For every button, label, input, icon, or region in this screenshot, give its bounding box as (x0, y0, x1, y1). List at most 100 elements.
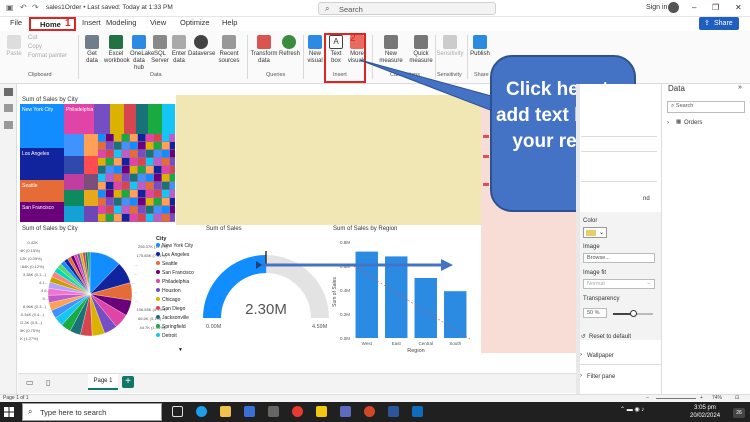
treemap-small-tile[interactable] (122, 166, 130, 174)
treemap-small-tile[interactable] (162, 190, 170, 198)
new-visual-button[interactable]: New visual (306, 35, 324, 65)
tab-help[interactable]: Help (222, 18, 237, 27)
title-search-box[interactable]: ⌕ Search (318, 2, 496, 15)
treemap-small-tile[interactable] (154, 174, 162, 182)
pie-legend-item[interactable]: Philadelphia (156, 278, 202, 287)
pie-legend-item[interactable]: Houston (156, 287, 202, 296)
data-search-input[interactable]: ⌕ Search (667, 101, 745, 113)
treemap-small-tile[interactable] (122, 198, 130, 206)
treemap-small-tile[interactable] (106, 206, 114, 214)
treemap-small-tile[interactable] (162, 158, 170, 166)
treemap-small-tile[interactable] (106, 198, 114, 206)
pie-legend-item[interactable]: Chicago (156, 296, 202, 305)
treemap-small-tile[interactable] (114, 142, 122, 150)
store-icon[interactable] (244, 406, 255, 417)
treemap-small-tile[interactable] (162, 166, 170, 174)
treemap-tile[interactable] (148, 104, 162, 134)
treemap-small-tile[interactable] (138, 190, 146, 198)
outlook-icon[interactable] (412, 406, 423, 417)
mobile-view-icon[interactable]: ▯ (46, 378, 50, 387)
model-view-icon[interactable] (4, 121, 13, 129)
tab-modeling[interactable]: Modeling (106, 18, 136, 27)
sql-server-button[interactable]: SQL Server (150, 35, 170, 65)
treemap-small-tile[interactable] (162, 174, 170, 182)
bar-south[interactable] (444, 291, 467, 338)
edge-icon[interactable] (196, 406, 207, 417)
pie-legend-item[interactable]: Detroit (156, 332, 202, 341)
treemap-small-tile[interactable] (154, 206, 162, 214)
treemap-tile[interactable] (84, 174, 98, 190)
treemap-small-tile[interactable] (98, 174, 106, 182)
treemap-small-tile[interactable] (98, 214, 106, 222)
treemap-tile[interactable] (84, 206, 98, 222)
treemap-small-tile[interactable] (98, 182, 106, 190)
treemap-small-tile[interactable] (138, 214, 146, 222)
undo-icon[interactable]: ↶ (20, 3, 27, 12)
treemap-small-tile[interactable] (98, 158, 106, 166)
bar-central[interactable] (414, 278, 437, 338)
treemap-small-tile[interactable] (114, 134, 122, 142)
treemap-small-tile[interactable] (154, 166, 162, 174)
close-icon[interactable]: ✕ (735, 3, 742, 12)
treemap-small-tile[interactable] (162, 198, 170, 206)
treemap-small-tile[interactable] (146, 166, 154, 174)
treemap-small-tile[interactable] (114, 150, 122, 158)
power-bi-icon[interactable] (316, 406, 327, 417)
treemap-tile[interactable] (64, 190, 84, 206)
format-painter-button[interactable]: Format painter (28, 52, 68, 61)
treemap-small-tile[interactable] (114, 158, 122, 166)
notification-badge[interactable]: 26 (733, 408, 745, 418)
copy-button[interactable]: Copy (28, 43, 68, 52)
chrome-icon[interactable] (292, 406, 303, 417)
treemap-small-tile[interactable] (146, 174, 154, 182)
image-browse-field[interactable]: Browse... (583, 253, 655, 263)
word-icon[interactable] (388, 406, 399, 417)
taskbar-search-box[interactable]: ⌕ Type here to search (22, 403, 162, 421)
pie-legend-item[interactable]: Los Angeles (156, 251, 202, 260)
treemap-small-tile[interactable] (138, 142, 146, 150)
treemap-small-tile[interactable] (106, 174, 114, 182)
treemap-small-tile[interactable] (146, 190, 154, 198)
treemap-small-tile[interactable] (162, 206, 170, 214)
pie-legend-item[interactable]: Springfield (156, 323, 202, 332)
treemap-small-tile[interactable] (122, 142, 130, 150)
minimize-icon[interactable]: – (692, 3, 696, 12)
treemap-small-tile[interactable] (130, 142, 138, 150)
treemap-small-tile[interactable] (106, 214, 114, 222)
recent-sources-button[interactable]: Recent sources (216, 35, 242, 65)
treemap-small-tile[interactable] (146, 134, 154, 142)
add-page-button[interactable]: + (122, 376, 134, 388)
treemap-small-tile[interactable] (138, 174, 146, 182)
treemap-small-tile[interactable] (130, 206, 138, 214)
treemap-small-tile[interactable] (170, 182, 175, 190)
treemap-small-tile[interactable] (170, 142, 175, 150)
treemap-small-tile[interactable] (130, 190, 138, 198)
get-data-button[interactable]: Get data (82, 35, 102, 65)
onelake-hub-button[interactable]: OneLake data hub (130, 35, 154, 72)
treemap-small-tile[interactable] (146, 182, 154, 190)
treemap-small-tile[interactable] (154, 198, 162, 206)
treemap-tile[interactable] (64, 206, 84, 222)
report-view-icon[interactable] (4, 88, 13, 96)
system-tray-icons[interactable]: ⌃ ▬ ◉ ♪ (620, 406, 644, 413)
tab-optimize[interactable]: Optimize (180, 18, 210, 27)
pie-legend-item[interactable]: San Francisco (156, 269, 202, 278)
treemap-small-tile[interactable] (106, 166, 114, 174)
treemap-small-tile[interactable] (138, 182, 146, 190)
filter-pane-section[interactable]: Filter pane (587, 374, 615, 380)
enter-data-button[interactable]: Enter data (170, 35, 188, 65)
redo-icon[interactable]: ↷ (32, 3, 39, 12)
transparency-slider[interactable] (613, 310, 653, 317)
excel-workbook-button[interactable]: Excel workbook (104, 35, 130, 65)
treemap-small-tile[interactable] (98, 206, 106, 214)
treemap-small-tile[interactable] (170, 214, 175, 222)
treemap-tile[interactable] (136, 104, 148, 134)
treemap-small-tile[interactable] (138, 206, 146, 214)
treemap-small-tile[interactable] (106, 134, 114, 142)
treemap-small-tile[interactable] (138, 158, 146, 166)
treemap-small-tile[interactable] (106, 142, 114, 150)
treemap-small-tile[interactable] (114, 166, 122, 174)
slider-thumb[interactable] (630, 310, 637, 317)
treemap-small-tile[interactable] (170, 150, 175, 158)
treemap-small-tile[interactable] (146, 150, 154, 158)
